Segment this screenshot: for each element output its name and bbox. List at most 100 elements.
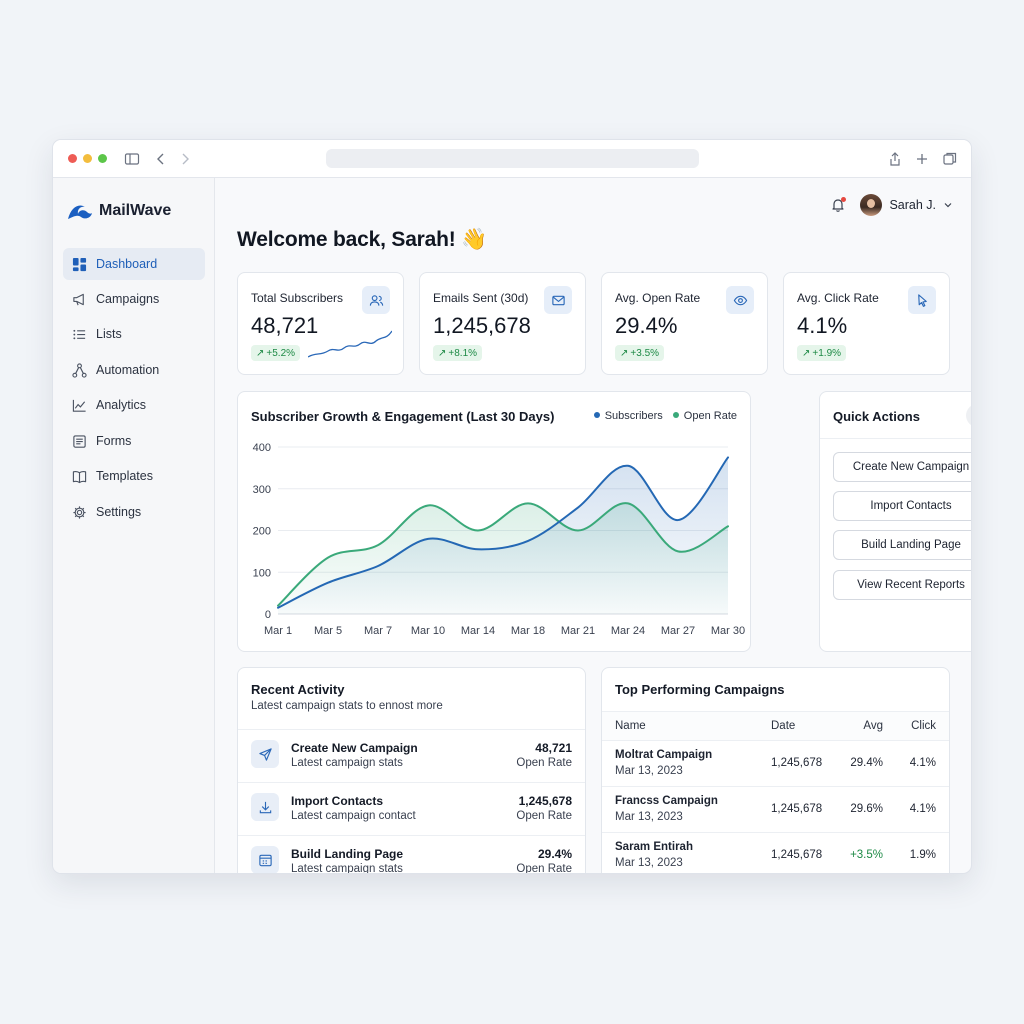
user-name: Sarah J. — [889, 198, 936, 212]
top-campaigns-title: Top Performing Campaigns — [615, 682, 785, 697]
brand-name: MailWave — [99, 202, 172, 219]
activity-row-subtitle: Latest campaign stats — [291, 757, 403, 769]
y-tick-label: 0 — [265, 609, 271, 621]
x-tick-label: Mar 24 — [611, 625, 645, 637]
trend-up-icon: ↗ — [256, 347, 265, 359]
campaign-click: 4.1% — [909, 803, 936, 815]
close-window-button[interactable] — [68, 154, 77, 163]
sidebar-toggle-icon[interactable] — [124, 151, 140, 167]
recent-activity-card: Recent Activity Latest campaign stats to… — [237, 667, 586, 874]
share-icon[interactable] — [887, 151, 903, 167]
stat-value: 1,245,678 — [433, 313, 531, 338]
table-row[interactable]: Moltrat Campaign Mar 13, 2023 1,245,678 … — [602, 741, 949, 787]
sidebar-item-settings[interactable]: Settings — [63, 496, 205, 528]
campaign-name: Francss Campaign — [615, 795, 718, 807]
growth-chart: 0 100 200 300 400 Mar 1 Mar 5 Mar 7 Mar 10 Mar 14… — [253, 442, 745, 637]
view-reports-button[interactable]: View Recent Reports — [833, 570, 971, 600]
activity-row[interactable]: Import Contacts Latest campaign contact … — [238, 782, 585, 835]
campaign-date: Mar 13, 2023 — [615, 765, 683, 777]
campaign-date: Mar 13, 2023 — [615, 857, 683, 869]
x-tick-label: Mar 1 — [264, 625, 292, 637]
activity-icon-box — [251, 846, 279, 873]
activity-row-value: 48,721 — [535, 741, 572, 755]
sidebar-item-automation[interactable]: Automation — [63, 354, 205, 386]
sidebar-item-label: Campaigns — [96, 292, 160, 306]
megaphone-icon — [73, 293, 84, 305]
quick-actions-title: Quick Actions — [833, 409, 920, 424]
build-landing-page-button[interactable]: Build Landing Page — [833, 530, 971, 560]
stat-value: 29.4% — [615, 313, 678, 338]
maximize-window-button[interactable] — [98, 154, 107, 163]
gear-icon — [73, 505, 86, 519]
stat-change: +1.9% — [812, 347, 842, 359]
sidebar-item-analytics[interactable]: Analytics — [63, 389, 205, 421]
campaign-click: 1.9% — [909, 849, 936, 861]
x-tick-label: Mar 30 — [711, 625, 745, 637]
notifications-button[interactable] — [830, 197, 847, 213]
stat-card-click-rate: Avg. Click Rate 4.1% ↗ +1.9% — [783, 272, 950, 375]
activity-row-title: Import Contacts — [291, 794, 384, 808]
column-header-name[interactable]: Name — [615, 720, 646, 732]
send-icon — [258, 747, 272, 761]
forward-arrow-icon[interactable] — [177, 151, 193, 167]
sidebar-item-label: Forms — [96, 434, 132, 448]
minimize-window-button[interactable] — [83, 154, 92, 163]
tabs-overview-icon[interactable] — [942, 151, 958, 167]
column-header-click[interactable]: Click — [911, 720, 936, 732]
table-header: Name Date Avg Click — [602, 711, 949, 741]
stat-change-badge: ↗ +8.1% — [433, 345, 483, 361]
back-arrow-icon[interactable] — [153, 151, 169, 167]
sidebar-item-lists[interactable]: Lists — [63, 318, 205, 350]
x-tick-label: Mar 18 — [511, 625, 545, 637]
user-menu[interactable]: Sarah J. — [860, 194, 953, 216]
stat-change-badge: ↗ +3.5% — [615, 345, 665, 361]
activity-title: Recent Activity — [251, 682, 345, 697]
stat-card-emails-sent: Emails Sent (30d) 1,245,678 ↗ +8.1% — [419, 272, 586, 375]
y-tick-label: 300 — [253, 484, 271, 496]
x-tick-label: Mar 27 — [661, 625, 695, 637]
sidebar-item-dashboard[interactable]: Dashboard — [63, 248, 205, 280]
address-bar[interactable] — [326, 149, 699, 168]
add-quick-action-button[interactable]: + — [966, 404, 971, 427]
stat-card-open-rate: Avg. Open Rate 29.4% ↗ +3.5% — [601, 272, 768, 375]
activity-row-value-label: Open Rate — [516, 863, 572, 874]
table-row[interactable]: Saram Entirah Mar 13, 2023 1,245,678 +3.… — [602, 833, 949, 873]
grid-icon — [72, 257, 87, 271]
campaign-click: 4.1% — [909, 757, 936, 769]
stat-label: Emails Sent (30d) — [433, 291, 529, 305]
new-tab-icon[interactable] — [914, 151, 930, 167]
column-header-date[interactable]: Date — [771, 720, 795, 732]
column-header-avg[interactable]: Avg — [863, 720, 883, 732]
stat-icon-box — [544, 286, 572, 314]
import-contacts-button[interactable]: Import Contacts — [833, 491, 971, 521]
sidebar-item-label: Automation — [96, 363, 160, 377]
sidebar-item-campaigns[interactable]: Campaigns — [63, 283, 205, 315]
list-icon — [73, 329, 86, 339]
page-title: Welcome back, Sarah! 👋 — [237, 228, 488, 251]
flow-icon — [72, 362, 87, 378]
activity-icon-box — [251, 793, 279, 821]
sidebar-item-label: Templates — [96, 469, 153, 483]
y-tick-label: 100 — [253, 567, 271, 579]
activity-row-subtitle: Latest campaign stats — [291, 863, 403, 874]
cursor-icon — [917, 293, 927, 307]
campaign-date: Mar 13, 2023 — [615, 811, 683, 823]
sidebar-item-templates[interactable]: Templates — [63, 460, 205, 492]
table-row[interactable]: Francss Campaign Mar 13, 2023 1,245,678 … — [602, 787, 949, 833]
sidebar-item-label: Dashboard — [96, 257, 158, 271]
stat-change-badge: ↗ +5.2% — [251, 345, 301, 361]
brand[interactable]: MailWave — [67, 200, 171, 222]
stat-icon-box — [362, 286, 390, 314]
stat-label: Avg. Click Rate — [797, 291, 879, 305]
activity-row-title: Create New Campaign — [291, 741, 418, 755]
campaign-name: Moltrat Campaign — [615, 749, 713, 761]
create-campaign-button[interactable]: Create New Campaign — [833, 452, 971, 482]
x-tick-label: Mar 5 — [314, 625, 342, 637]
activity-row[interactable]: Create New Campaign Latest campaign stat… — [238, 729, 585, 782]
trend-up-icon: ↗ — [802, 347, 811, 359]
sidebar-item-forms[interactable]: Forms — [63, 425, 205, 457]
activity-row-value-label: Open Rate — [516, 810, 572, 822]
activity-row[interactable]: Build Landing Page Latest campaign stats… — [238, 835, 585, 874]
trend-up-icon: ↗ — [438, 347, 447, 359]
activity-row-value: 29.4% — [537, 847, 572, 861]
